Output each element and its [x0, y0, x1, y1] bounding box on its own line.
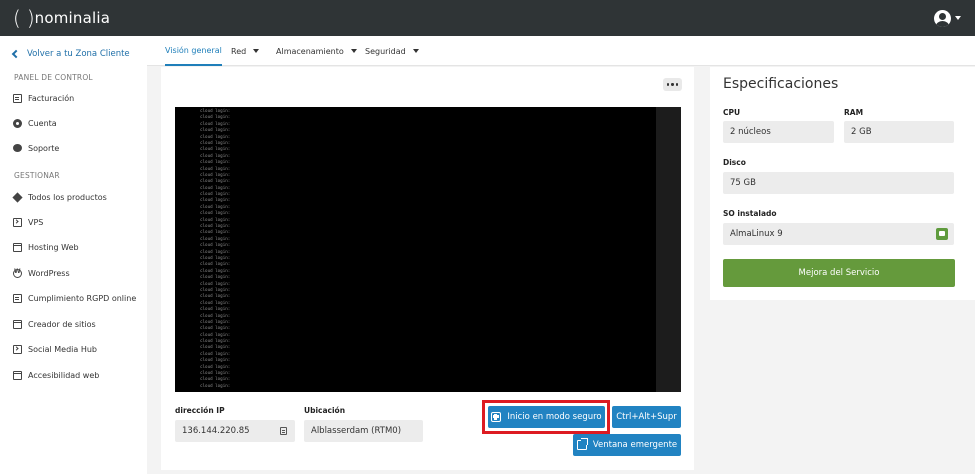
tab-almacenamiento[interactable]: Almacenamiento — [276, 36, 357, 66]
user-avatar-icon — [934, 9, 951, 27]
section-gestionar: GESTIONAR — [14, 171, 60, 180]
os-change-icon[interactable] — [936, 228, 948, 240]
chevron-down-icon — [253, 49, 260, 53]
sidebar-item-label: VPS — [28, 217, 44, 227]
sidebar-item-label: Social Media Hub — [28, 344, 97, 354]
logo-paren-left: ( — [13, 6, 21, 30]
back-link-label: Volver a tu Zona Cliente — [27, 49, 130, 59]
tab-vision-general[interactable]: Visión general — [165, 36, 222, 66]
sidebar-item-label: Soporte — [28, 143, 60, 153]
sidebar-item-wordpress[interactable]: WordPress — [13, 267, 70, 279]
popup-window-button[interactable]: Ventana emergente — [573, 434, 681, 456]
ram-label: RAM — [844, 108, 864, 117]
builder-icon — [13, 319, 22, 329]
sidebar-item-facturacion[interactable]: Facturación — [13, 92, 74, 104]
sidebar-item-creador-de-sitios[interactable]: Creador de sitios — [13, 318, 96, 330]
sidebar-item-label: Creador de sitios — [28, 319, 96, 329]
console-line: cloud login: — [200, 382, 231, 388]
document-icon — [13, 293, 22, 303]
cpu-value: 2 núcleos — [730, 127, 771, 137]
sidebar-item-vps[interactable]: VPS — [13, 216, 43, 228]
tab-label: Red — [231, 46, 247, 56]
dot-icon — [666, 83, 670, 86]
console-scrollbar[interactable] — [656, 107, 681, 392]
sidebar: Volver a tu Zona Cliente PANEL DE CONTRO… — [0, 36, 147, 474]
upgrade-service-button[interactable]: Mejora del Servicio — [723, 259, 955, 287]
os-label: SO instalado — [723, 209, 777, 218]
disk-value: 75 GB — [730, 178, 756, 188]
tab-red[interactable]: Red — [231, 36, 260, 66]
ctrl-alt-del-button[interactable]: Ctrl+Alt+Supr — [612, 406, 681, 428]
ram-value: 2 GB — [851, 127, 872, 137]
sidebar-item-label: Hosting Web — [28, 242, 79, 252]
sidebar-item-label: WordPress — [28, 268, 70, 278]
cpu-label: CPU — [723, 108, 741, 117]
console-output: cloud login: cloud login: cloud login: clou… — [200, 108, 240, 389]
disk-label: Disco — [723, 158, 746, 167]
window-icon — [13, 242, 22, 252]
sidebar-item-label: Facturación — [28, 93, 75, 103]
sidebar-item-label: Cumplimiento RGPD online — [28, 293, 137, 303]
upgrade-label: Mejora del Servicio — [798, 268, 880, 278]
safe-mode-button[interactable]: Inicio en modo seguro — [488, 406, 605, 428]
chevron-down-icon — [955, 16, 961, 20]
copy-icon[interactable] — [280, 427, 287, 435]
sidebar-item-accesibilidad-web[interactable]: Accesibilidad web — [13, 369, 99, 381]
sidebar-item-todos-los-productos[interactable]: Todos los productos — [12, 191, 107, 203]
ip-value: 136.144.220.85 — [182, 426, 250, 436]
specs-title: Especificaciones — [723, 76, 839, 92]
dot-icon — [675, 83, 679, 86]
tab-label: Visión general — [165, 46, 222, 55]
location-label: Ubicación — [304, 406, 346, 415]
location-field: Alblasserdam (RTM0) — [304, 420, 423, 442]
tab-label: Seguridad — [365, 46, 406, 56]
server-console[interactable]: cloud login: cloud login: cloud login: clou… — [175, 107, 681, 392]
chat-icon — [13, 144, 22, 152]
gear-icon — [13, 118, 22, 128]
social-icon — [13, 344, 22, 354]
logo-name: nominalia — [34, 9, 111, 27]
disk-field: 75 GB — [723, 172, 954, 194]
terminal-icon — [13, 217, 22, 227]
ip-field: 136.144.220.85 — [175, 420, 295, 442]
os-field: AlmaLinux 9 — [723, 223, 954, 245]
accessibility-icon — [13, 370, 22, 380]
location-value: Alblasserdam (RTM0) — [311, 426, 402, 436]
external-link-icon — [576, 438, 588, 450]
chevron-down-icon — [412, 49, 419, 53]
invoice-icon — [13, 93, 22, 103]
back-to-client-zone-link[interactable]: Volver a tu Zona Cliente — [11, 49, 130, 59]
ctrl-alt-del-label: Ctrl+Alt+Supr — [616, 412, 677, 422]
sidebar-item-cuenta[interactable]: Cuenta — [13, 117, 57, 129]
section-panel-de-control: PANEL DE CONTROL — [14, 73, 93, 82]
ram-field: 2 GB — [844, 121, 954, 143]
more-options-button[interactable] — [663, 78, 682, 91]
sidebar-item-label: Todos los productos — [28, 192, 107, 202]
os-value: AlmaLinux 9 — [730, 229, 783, 239]
chevron-left-icon — [11, 49, 21, 59]
top-bar: ( ) nominalia — [0, 0, 975, 36]
sidebar-item-soporte[interactable]: Soporte — [13, 142, 59, 154]
wordpress-icon — [13, 268, 22, 278]
sidebar-item-label: Cuenta — [28, 118, 57, 128]
safe-mode-icon — [491, 412, 502, 422]
chevron-down-icon — [350, 49, 357, 53]
nominalia-logo[interactable]: ( ) nominalia — [13, 6, 110, 30]
sidebar-item-rgpd[interactable]: Cumplimiento RGPD online — [13, 292, 136, 304]
sidebar-item-label: Accesibilidad web — [28, 370, 100, 380]
tab-label: Almacenamiento — [276, 46, 344, 56]
popup-label: Ventana emergente — [592, 440, 678, 450]
cpu-field: 2 núcleos — [723, 121, 834, 143]
ip-label: dirección IP — [175, 406, 225, 415]
sidebar-item-social-media-hub[interactable]: Social Media Hub — [13, 343, 97, 355]
user-menu[interactable] — [934, 8, 961, 28]
dot-icon — [671, 83, 674, 86]
logo-paren-right: ) — [26, 6, 35, 30]
tab-bar: Visión general Red Almacenamiento Seguri… — [147, 36, 975, 66]
tab-seguridad[interactable]: Seguridad — [365, 36, 419, 66]
sidebar-item-hosting-web[interactable]: Hosting Web — [13, 241, 79, 253]
safe-mode-label: Inicio en modo seguro — [507, 412, 602, 422]
cube-icon — [12, 191, 23, 203]
